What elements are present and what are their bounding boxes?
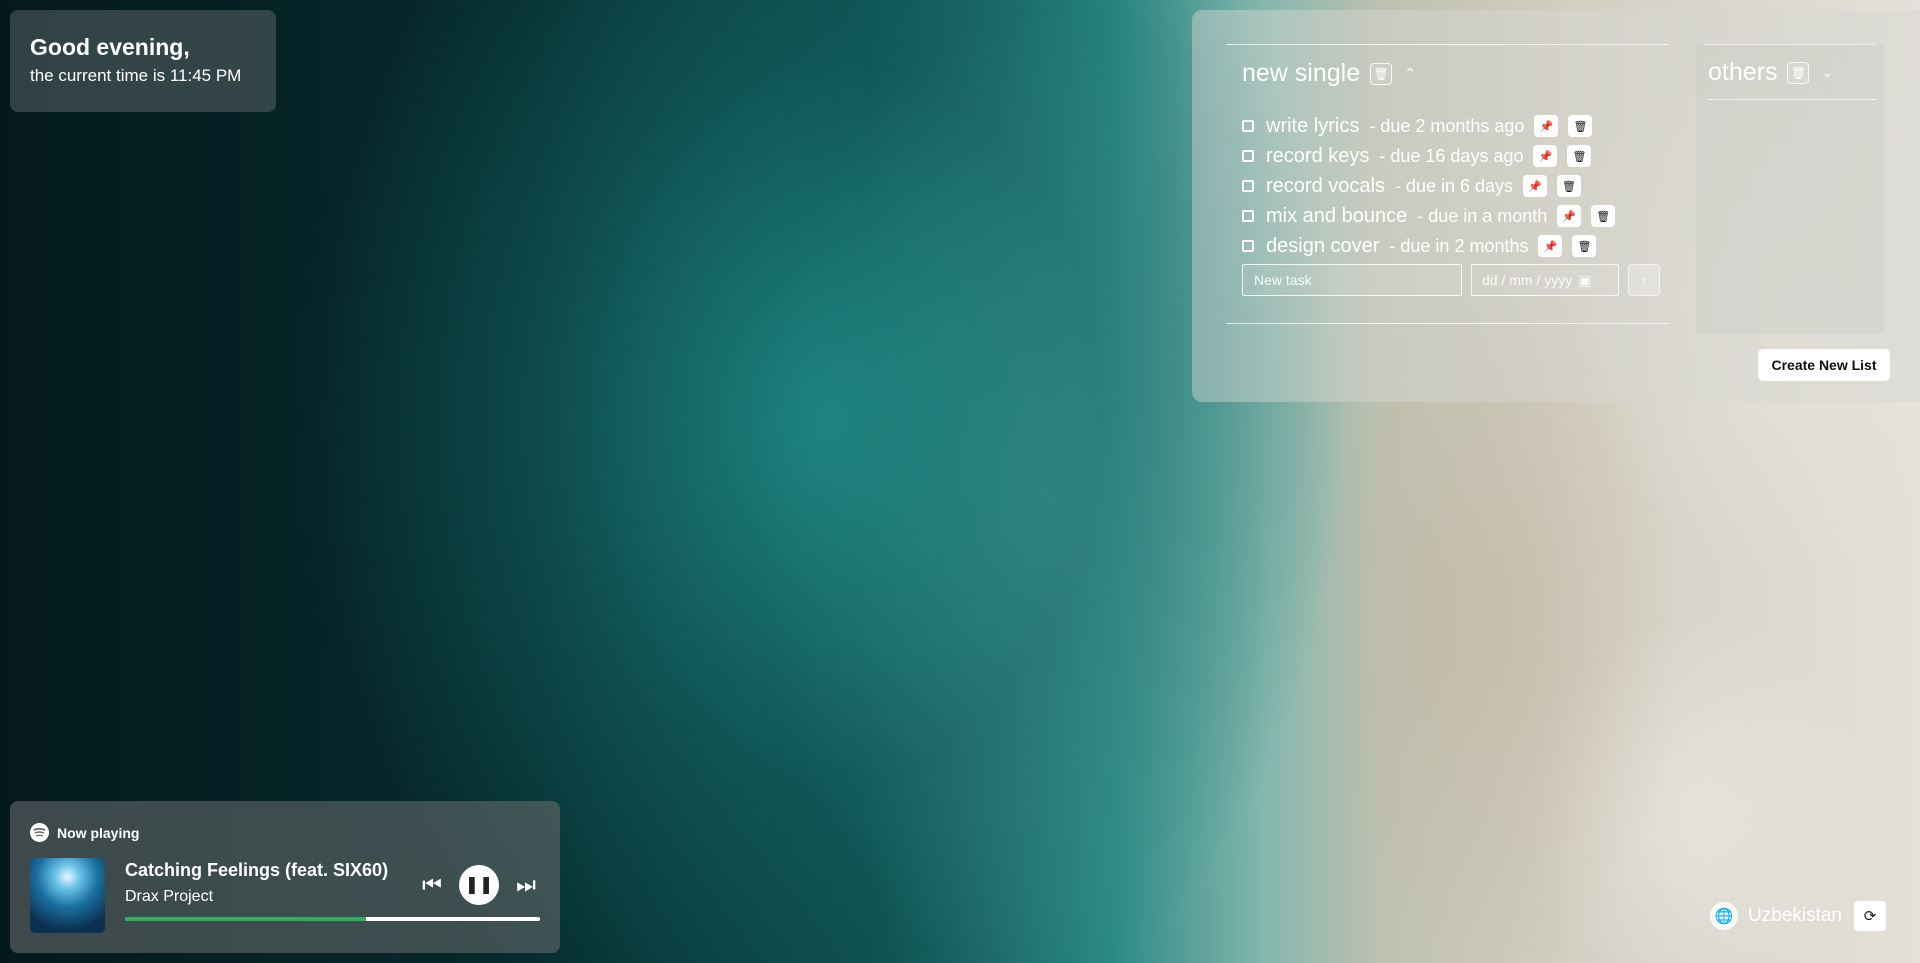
track-title: Catching Feelings (feat. SIX60) bbox=[125, 860, 389, 880]
arrow-up-icon: ↑ bbox=[1640, 272, 1648, 288]
now-playing-header: Now playing bbox=[30, 823, 139, 842]
album-art bbox=[30, 858, 105, 933]
pin-task-button[interactable]: 📌 bbox=[1523, 175, 1548, 197]
add-task-button[interactable]: ↑ bbox=[1628, 264, 1660, 296]
current-time-text: the current time is 11:45 PM bbox=[30, 66, 242, 85]
task-checkbox[interactable] bbox=[1242, 120, 1254, 132]
task-due: - due in 6 days bbox=[1394, 175, 1514, 196]
divider bbox=[1704, 44, 1876, 45]
globe-icon: 🌐 bbox=[1710, 902, 1738, 930]
spotify-icon bbox=[30, 823, 49, 842]
task-checkbox[interactable] bbox=[1242, 150, 1254, 162]
task-name: design cover bbox=[1266, 234, 1380, 257]
trash-icon: 🗑 bbox=[1573, 120, 1588, 133]
pin-icon: 📌 bbox=[1538, 150, 1553, 163]
task-due: - due 2 months ago bbox=[1369, 115, 1525, 136]
pin-task-button[interactable]: 📌 bbox=[1557, 205, 1582, 227]
delete-task-button[interactable]: 🗑 bbox=[1557, 175, 1582, 197]
task-due: - due in 2 months bbox=[1389, 235, 1529, 256]
greeting-title: Good evening, bbox=[30, 34, 190, 60]
playback-controls: ⏮ ❚❚ ⏭ bbox=[421, 865, 537, 905]
task-item: record vocals - due in 6 days 📌 🗑 bbox=[1242, 171, 1615, 201]
next-track-icon[interactable]: ⏭ bbox=[515, 872, 537, 898]
pin-icon: 📌 bbox=[1528, 180, 1542, 193]
delete-list-button[interactable]: 🗑 bbox=[1787, 61, 1810, 84]
trash-icon: 🗑 bbox=[1373, 66, 1389, 81]
list-title: others bbox=[1708, 58, 1778, 86]
trash-icon: 🗑 bbox=[1572, 150, 1587, 163]
task-name: mix and bounce bbox=[1266, 204, 1408, 227]
delete-task-button[interactable]: 🗑 bbox=[1567, 145, 1592, 167]
date-placeholder: dd / mm / yyyy bbox=[1482, 272, 1573, 288]
calendar-icon[interactable]: ▣ bbox=[1578, 272, 1591, 289]
todo-panel: new single 🗑 ⌃ write lyrics - due 2 mont… bbox=[1192, 10, 1920, 402]
task-name: record vocals bbox=[1266, 174, 1385, 197]
pin-task-button[interactable]: 📌 bbox=[1538, 235, 1563, 257]
delete-list-button[interactable]: 🗑 bbox=[1370, 62, 1393, 85]
pin-icon: 📌 bbox=[1543, 240, 1558, 253]
pause-button[interactable]: ❚❚ bbox=[459, 865, 499, 905]
trash-icon: 🗑 bbox=[1577, 240, 1592, 253]
location-name: Uzbekistan bbox=[1748, 905, 1842, 926]
trash-icon: 🗑 bbox=[1596, 210, 1611, 223]
chevron-down-icon[interactable]: ⌄ bbox=[1819, 64, 1835, 81]
pin-task-button[interactable]: 📌 bbox=[1533, 145, 1558, 167]
task-item: record keys - due 16 days ago 📌 🗑 bbox=[1242, 141, 1615, 171]
task-item: write lyrics - due 2 months ago 📌 🗑 bbox=[1242, 111, 1615, 141]
trash-icon: 🗑 bbox=[1790, 65, 1807, 80]
artist-name: Drax Project bbox=[125, 888, 214, 905]
pause-icon: ❚❚ bbox=[464, 875, 494, 894]
task-item: mix and bounce - due in a month 📌 🗑 bbox=[1242, 201, 1616, 231]
delete-task-button[interactable]: 🗑 bbox=[1568, 115, 1593, 137]
list-card-new-single: new single 🗑 ⌃ write lyrics - due 2 mont… bbox=[1226, 44, 1668, 324]
task-item: design cover - due in 2 months 📌 🗑 bbox=[1242, 231, 1615, 261]
chevron-up-icon[interactable]: ⌃ bbox=[1402, 65, 1418, 82]
new-task-input[interactable] bbox=[1242, 264, 1462, 296]
track-progress-bar[interactable] bbox=[125, 917, 540, 921]
greeting-card: Good evening, the current time is 11:45 … bbox=[10, 10, 276, 112]
task-checkbox[interactable] bbox=[1242, 210, 1254, 222]
pin-task-button[interactable]: 📌 bbox=[1534, 115, 1559, 137]
task-list: write lyrics - due 2 months ago 📌 🗑 reco… bbox=[1242, 111, 1616, 261]
delete-task-button[interactable]: 🗑 bbox=[1591, 205, 1616, 227]
list-title: new single bbox=[1242, 59, 1361, 87]
pin-icon: 📌 bbox=[1539, 120, 1554, 133]
list-card-others: others 🗑 ⌄ bbox=[1696, 44, 1884, 334]
task-checkbox[interactable] bbox=[1242, 240, 1254, 252]
now-playing-card: Now playing Catching Feelings (feat. SIX… bbox=[10, 801, 560, 953]
list-header: others 🗑 ⌄ bbox=[1708, 58, 1876, 100]
now-playing-label: Now playing bbox=[57, 824, 140, 841]
refresh-button[interactable]: ⟳ bbox=[1854, 901, 1886, 931]
refresh-icon: ⟳ bbox=[1863, 908, 1877, 925]
list-header: new single 🗑 ⌃ bbox=[1242, 59, 1418, 88]
task-checkbox[interactable] bbox=[1242, 180, 1254, 192]
pin-icon: 📌 bbox=[1562, 210, 1577, 223]
task-name: write lyrics bbox=[1266, 114, 1360, 137]
task-due: - due 16 days ago bbox=[1379, 145, 1524, 166]
location-widget: 🌐 Uzbekistan ⟳ bbox=[1710, 901, 1886, 931]
new-task-row: dd / mm / yyyy ▣ ↑ bbox=[1242, 264, 1660, 296]
progress-fill bbox=[125, 917, 366, 921]
create-new-list-button[interactable]: Create New List bbox=[1758, 349, 1890, 381]
previous-track-icon[interactable]: ⏮ bbox=[421, 872, 443, 898]
task-due: - due in a month bbox=[1417, 205, 1548, 226]
delete-task-button[interactable]: 🗑 bbox=[1572, 235, 1597, 257]
task-name: record keys bbox=[1266, 144, 1370, 167]
due-date-input[interactable]: dd / mm / yyyy ▣ bbox=[1471, 264, 1619, 296]
trash-icon: 🗑 bbox=[1562, 180, 1576, 193]
